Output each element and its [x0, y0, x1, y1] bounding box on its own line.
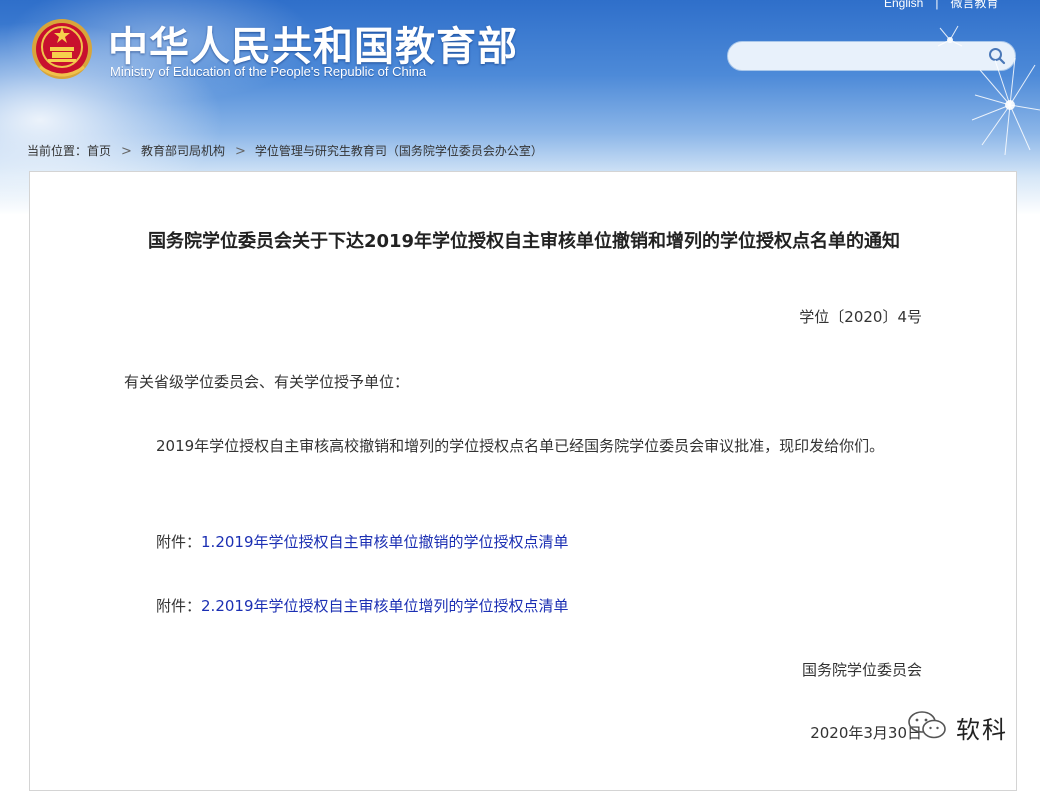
wechat-watermark: 软科 — [906, 704, 1016, 744]
english-link[interactable]: English — [884, 0, 923, 10]
breadcrumb-degree-office[interactable]: 学位管理与研究生教育司（国务院学位委员会办公室） — [255, 144, 543, 158]
site-subtitle: Ministry of Education of the People's Re… — [110, 64, 427, 79]
content-panel: 国务院学位委员会关于下达2019年学位授权自主审核单位撤销和增列的学位授权点名单… — [29, 171, 1017, 791]
attachment-2: 附件：2.2019年学位授权自主审核单位增列的学位授权点清单 — [156, 595, 569, 616]
chevron-right-icon: > — [234, 144, 246, 159]
breadcrumb-home[interactable]: 首页 — [87, 144, 111, 158]
breadcrumb-prefix: 当前位置： — [27, 144, 88, 158]
document-title: 国务院学位委员会关于下达2019年学位授权自主审核单位撤销和增列的学位授权点名单… — [147, 231, 901, 252]
watermark-text: 软科 — [956, 716, 1008, 744]
body-paragraph: 2019年学位授权自主审核高校撤销和增列的学位授权点名单已经国务院学位委员会审议… — [156, 437, 885, 455]
attachment-2-link[interactable]: 2.2019年学位授权自主审核单位增列的学位授权点清单 — [201, 597, 569, 615]
national-emblem-icon — [32, 19, 92, 79]
attachment-1: 附件：1.2019年学位授权自主审核单位撤销的学位授权点清单 — [156, 531, 569, 552]
breadcrumb-departments[interactable]: 教育部司局机构 — [141, 144, 225, 158]
attachment-1-link[interactable]: 1.2019年学位授权自主审核单位撤销的学位授权点清单 — [201, 533, 569, 551]
wechat-icon — [908, 711, 946, 739]
signature: 国务院学位委员会 — [801, 661, 922, 679]
link-divider: | — [935, 0, 939, 10]
document-number: 学位〔2020〕4号 — [799, 308, 922, 326]
chevron-right-icon: > — [121, 144, 132, 159]
attachment-prefix: 附件： — [156, 533, 202, 551]
breadcrumb: 当前位置：首页 > 教育部司局机构 > 学位管理与研究生教育司（国务院学位委员会办公室） — [27, 142, 543, 159]
salutation: 有关省级学位委员会、有关学位授予单位： — [124, 373, 410, 391]
attachment-prefix: 附件： — [156, 597, 202, 615]
